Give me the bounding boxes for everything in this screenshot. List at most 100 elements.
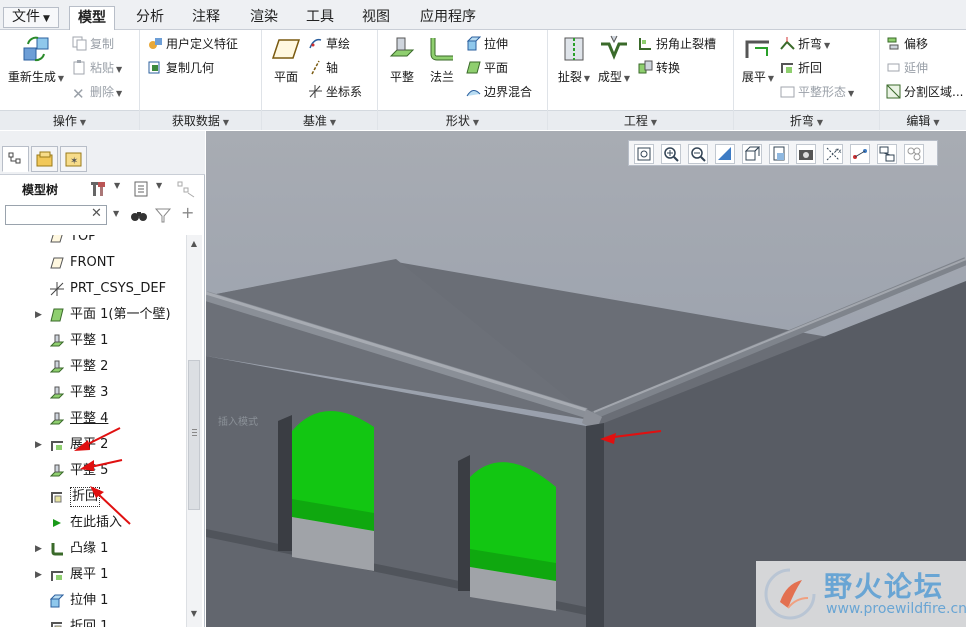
- extrude-icon: [466, 36, 482, 51]
- menu-tab-analysis[interactable]: 分析: [128, 6, 172, 30]
- show-options-icon[interactable]: [133, 180, 151, 201]
- chevron-down-icon: ▼: [79, 118, 87, 127]
- expand-chevron-icon[interactable]: ▶: [35, 304, 42, 326]
- tree-item[interactable]: 平整 1: [0, 330, 188, 352]
- form-button[interactable]: 成型 ▼: [592, 34, 636, 85]
- tab-folder-browser[interactable]: [31, 146, 58, 172]
- saved-orientations-button[interactable]: [769, 144, 789, 164]
- planar-button[interactable]: 平面: [466, 58, 508, 78]
- group-label-bends[interactable]: 折弯 ▼: [734, 110, 879, 130]
- find-binoculars-icon[interactable]: [130, 206, 148, 227]
- extrude-icon: [49, 594, 65, 608]
- tree-item[interactable]: 折回 1: [0, 616, 188, 627]
- tree-item[interactable]: ▶ 展平 2: [0, 434, 188, 456]
- group-label-datum[interactable]: 基准 ▼: [262, 110, 377, 130]
- tree-item[interactable]: ▶ 凸缘 1: [0, 538, 188, 560]
- extrude-button[interactable]: 拉伸: [466, 34, 508, 54]
- tree-item[interactable]: 在此插入: [0, 512, 188, 534]
- group-label-get-data[interactable]: 获取数据 ▼: [140, 110, 261, 130]
- graphics-viewport[interactable]: 插入模式 *x 野火论坛 www.proewildfire.cn: [206, 131, 966, 627]
- menu-tab-tools[interactable]: 工具: [298, 6, 342, 30]
- flat-wall-button[interactable]: 平整: [382, 34, 422, 85]
- offset-button[interactable]: 偏移: [886, 34, 928, 54]
- group-label-operations[interactable]: 操作 ▼: [0, 110, 139, 130]
- zoom-out-button[interactable]: [688, 144, 708, 164]
- csys-button[interactable]: 坐标系: [308, 82, 362, 102]
- bend-button[interactable]: 折弯 ▼: [780, 34, 830, 54]
- add-icon[interactable]: +: [181, 203, 194, 222]
- zoom-in-button[interactable]: [661, 144, 681, 164]
- menu-tab-render[interactable]: 渲染: [242, 6, 286, 30]
- boundary-blend-button[interactable]: 边界混合: [466, 82, 532, 102]
- delete-button[interactable]: ✕ 删除 ▼: [72, 82, 122, 102]
- axis-button[interactable]: 轴: [308, 58, 338, 78]
- unbend-button[interactable]: 展平 ▼: [738, 34, 778, 85]
- regenerate-button[interactable]: 重新生成 ▼: [6, 34, 66, 85]
- tree-item[interactable]: PRT_CSYS_DEF: [0, 278, 188, 300]
- expand-chevron-icon[interactable]: ▶: [35, 564, 42, 586]
- flat-state-button[interactable]: 平整形态 ▼: [780, 82, 854, 102]
- datum-plane-button[interactable]: 平面: [266, 34, 306, 85]
- scroll-down-icon[interactable]: ▼: [187, 607, 201, 621]
- group-label-shapes[interactable]: 形状 ▼: [378, 110, 547, 130]
- extend-button[interactable]: 延伸: [886, 58, 928, 78]
- tree-item[interactable]: 折回: [0, 486, 188, 508]
- paste-button[interactable]: 粘贴 ▼: [72, 58, 122, 78]
- watermark-url: www.proewildfire.cn: [826, 601, 966, 617]
- spin-center-button[interactable]: [850, 144, 870, 164]
- scrollbar-thumb[interactable]: [188, 360, 200, 510]
- annotation-display-button[interactable]: [877, 144, 897, 164]
- view-manager-button[interactable]: [796, 144, 816, 164]
- tree-item[interactable]: 平整 3: [0, 382, 188, 404]
- refit-button[interactable]: [634, 144, 654, 164]
- expand-chevron-icon[interactable]: ▶: [35, 434, 42, 456]
- split-area-button[interactable]: 分割区域...: [886, 82, 963, 102]
- tree-item[interactable]: FRONT: [0, 252, 188, 274]
- flat-state-icon: [780, 84, 795, 99]
- corner-relief-button[interactable]: 拐角止裂槽: [638, 34, 716, 54]
- tree-item[interactable]: TOP: [0, 235, 188, 248]
- tree-item[interactable]: ▶ 平面 1(第一个壁): [0, 304, 188, 326]
- expand-chevron-icon[interactable]: ▶: [35, 538, 42, 560]
- tree-item[interactable]: 拉伸 1: [0, 590, 188, 612]
- tab-model-tree[interactable]: [2, 146, 29, 172]
- repaint-button[interactable]: [715, 144, 735, 164]
- appearance-button[interactable]: [904, 144, 924, 164]
- menu-tab-view[interactable]: 视图: [354, 6, 398, 30]
- chevron-down-icon[interactable]: ▼: [156, 181, 162, 190]
- group-label-engineering[interactable]: 工程 ▼: [548, 110, 733, 130]
- menu-tab-file[interactable]: 文件 ▼: [3, 7, 59, 28]
- tree-item[interactable]: 平整 5: [0, 460, 188, 482]
- copy-geometry-button[interactable]: 复制几何: [148, 58, 214, 78]
- copy-label: 复制: [90, 37, 115, 51]
- convert-button[interactable]: 转换: [638, 58, 680, 78]
- flange-button[interactable]: 法兰: [422, 34, 462, 85]
- chevron-down-icon[interactable]: ▼: [113, 209, 119, 218]
- chevron-down-icon[interactable]: ▼: [114, 181, 120, 190]
- tab-favorites[interactable]: ✶: [60, 146, 87, 172]
- bend-back-icon: [50, 620, 64, 627]
- menu-tab-applications[interactable]: 应用程序: [412, 6, 484, 30]
- datum-display-button[interactable]: *x: [823, 144, 843, 164]
- tree-item[interactable]: 平整 2: [0, 356, 188, 378]
- tree-scrollbar[interactable]: ▲ ▼: [186, 235, 202, 627]
- menu-tab-model[interactable]: 模型: [69, 6, 115, 31]
- bend-back-button[interactable]: 折回: [780, 58, 822, 78]
- copy-geometry-icon: [148, 60, 163, 75]
- tree-item[interactable]: ▶ 展平 1: [0, 564, 188, 586]
- clear-search-icon[interactable]: ✕: [91, 206, 102, 221]
- tree-filter-icon[interactable]: [176, 179, 196, 202]
- scroll-up-icon[interactable]: ▲: [187, 237, 201, 251]
- filter-icon[interactable]: [154, 206, 172, 227]
- udf-button[interactable]: 用户定义特征: [148, 34, 238, 54]
- settings-tools-icon[interactable]: [90, 180, 108, 201]
- tree-item-label: 折回: [70, 487, 101, 507]
- sketch-button[interactable]: 草绘: [308, 34, 350, 54]
- display-style-button[interactable]: [742, 144, 762, 164]
- copy-button[interactable]: 复制: [72, 34, 114, 54]
- menu-tab-annotate[interactable]: 注释: [184, 6, 228, 30]
- tree-item[interactable]: 平整 4: [0, 408, 188, 430]
- group-label-editing[interactable]: 编辑 ▼: [880, 110, 966, 130]
- bend-back-icon: [50, 490, 64, 504]
- rip-button[interactable]: 扯裂 ▼: [552, 34, 596, 85]
